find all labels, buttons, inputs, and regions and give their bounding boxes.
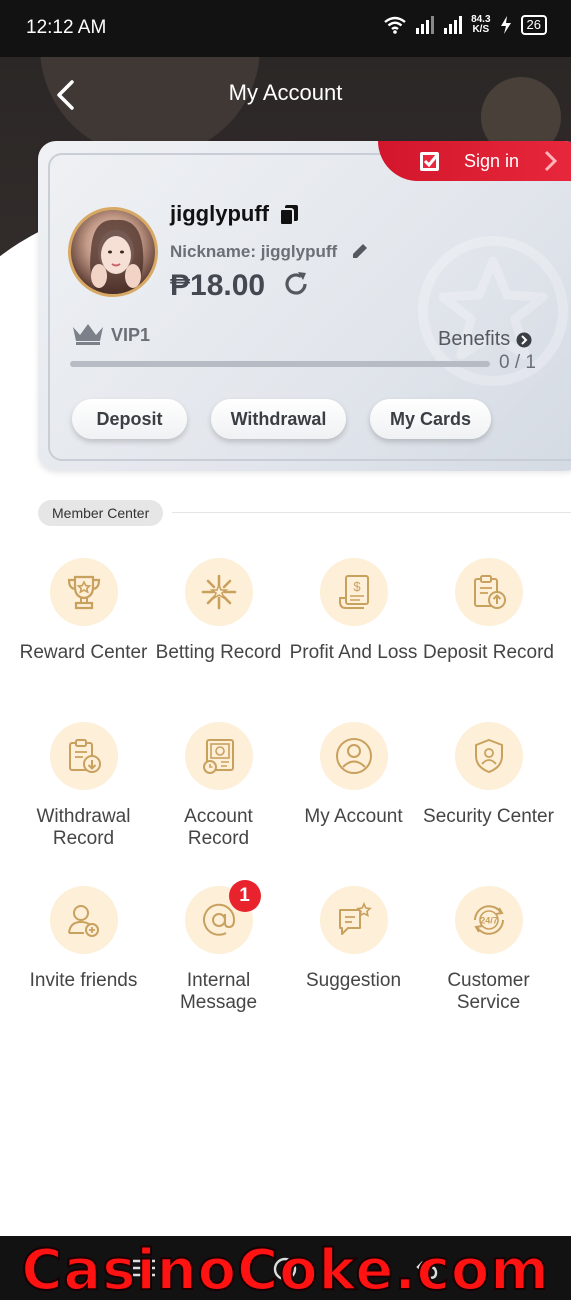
deposit-button[interactable]: Deposit — [72, 399, 187, 439]
status-bar: 12:12 AM 84.3 K/S 26 — [0, 0, 571, 57]
internal-message-item[interactable]: 1 Internal Message — [151, 880, 286, 1014]
icon-circle — [454, 722, 523, 790]
statement-icon — [202, 739, 234, 774]
svg-text:24/7: 24/7 — [480, 916, 498, 926]
refresh-icon[interactable] — [281, 269, 311, 299]
security-center-item[interactable]: Security Center — [421, 722, 556, 828]
item-label: Profit And Loss — [289, 642, 418, 663]
icon-circle: 1 — [184, 880, 261, 954]
clipboard-upload-icon — [473, 575, 506, 609]
battery-indicator: 26 — [520, 15, 547, 35]
user-plus-icon — [67, 905, 99, 937]
icon-circle — [184, 722, 253, 790]
betting-record-item[interactable]: Betting Record — [151, 558, 286, 664]
chevron-right-icon — [544, 150, 558, 172]
wallet-balance: ₱18.00 — [170, 269, 266, 302]
avatar[interactable] — [68, 207, 158, 297]
benefits-label: Benefits — [438, 328, 511, 350]
invite-friends-item[interactable]: Invite friends — [16, 886, 151, 992]
icon-circle — [319, 722, 388, 790]
star-burst-icon — [201, 574, 236, 610]
item-label: My Account — [304, 806, 403, 827]
signal-icon — [444, 16, 463, 34]
my-account-item[interactable]: My Account — [286, 722, 421, 828]
status-icons: 84.3 K/S 26 — [383, 15, 547, 35]
item-label: Security Center — [423, 806, 554, 827]
receipt-icon: $ — [338, 575, 369, 609]
icon-circle: 24/7 — [454, 886, 523, 954]
deposit-record-item[interactable]: Deposit Record — [421, 558, 556, 664]
sign-in-button[interactable]: Sign in — [378, 141, 571, 181]
profit-and-loss-item[interactable]: $ Profit And Loss — [286, 558, 421, 664]
page-title: My Account — [228, 80, 343, 105]
icon-circle — [49, 886, 118, 954]
unread-badge: 1 — [228, 880, 261, 912]
item-label: Deposit Record — [423, 642, 554, 663]
wifi-icon — [384, 16, 406, 34]
svg-text:$: $ — [353, 579, 361, 594]
copy-icon[interactable] — [278, 203, 300, 227]
support-24-7-icon: 24/7 — [473, 905, 504, 935]
user-circle-icon — [335, 738, 372, 774]
item-label: Betting Record — [155, 642, 282, 663]
vip-level: VIP1 — [111, 325, 151, 345]
vip-progress-text: 0 / 1 — [499, 352, 536, 373]
icon-circle — [184, 558, 253, 626]
reward-center-item[interactable]: Reward Center — [16, 558, 151, 664]
divider — [172, 512, 571, 513]
star-badge-icon — [418, 236, 568, 386]
status-time: 12:12 AM — [26, 17, 107, 38]
pencil-icon[interactable] — [350, 241, 370, 261]
icon-circle: $ — [319, 558, 388, 626]
trophy-icon — [67, 575, 100, 610]
profile-card: Sign in jigglypuff Nickname: jigglypuff … — [38, 141, 571, 471]
icon-circle — [49, 558, 118, 626]
clipboard-download-icon — [68, 739, 101, 773]
item-label: Withdrawal Record — [36, 806, 131, 849]
shield-user-icon — [474, 738, 503, 774]
icon-circle — [454, 558, 523, 626]
item-label: Suggestion — [305, 970, 402, 991]
nickname: Nickname: jigglypuff — [170, 242, 338, 261]
icon-circle — [49, 722, 118, 790]
item-label: Invite friends — [29, 970, 138, 991]
item-label: Internal Message — [179, 970, 258, 1013]
my-cards-button[interactable]: My Cards — [370, 399, 491, 439]
withdrawal-button[interactable]: Withdrawal — [211, 399, 346, 439]
arrow-circle-icon — [516, 332, 532, 347]
username: jigglypuff — [170, 201, 269, 226]
vip-progress-bar — [70, 361, 490, 367]
charging-icon — [500, 16, 511, 34]
crown-icon — [73, 324, 103, 345]
withdrawal-record-item[interactable]: Withdrawal Record — [16, 722, 151, 850]
item-label: Reward Center — [19, 642, 148, 663]
network-speed: 84.3 K/S — [471, 14, 491, 35]
watermark: CasinoCoke.com — [20, 1237, 550, 1303]
chat-star-icon — [338, 902, 372, 935]
member-center-label: Member Center — [38, 500, 164, 526]
account-record-item[interactable]: Account Record — [151, 722, 286, 850]
item-label: Customer Service — [447, 970, 530, 1013]
benefits-link[interactable]: Benefits — [438, 328, 532, 351]
checkbox-icon — [420, 152, 440, 171]
icon-circle — [319, 886, 388, 954]
suggestion-item[interactable]: Suggestion — [286, 886, 421, 992]
customer-service-item[interactable]: 24/7 Customer Service — [421, 886, 556, 1014]
signal-icon — [416, 16, 435, 34]
item-label: Account Record — [184, 806, 253, 849]
sign-in-label: Sign in — [464, 150, 520, 171]
